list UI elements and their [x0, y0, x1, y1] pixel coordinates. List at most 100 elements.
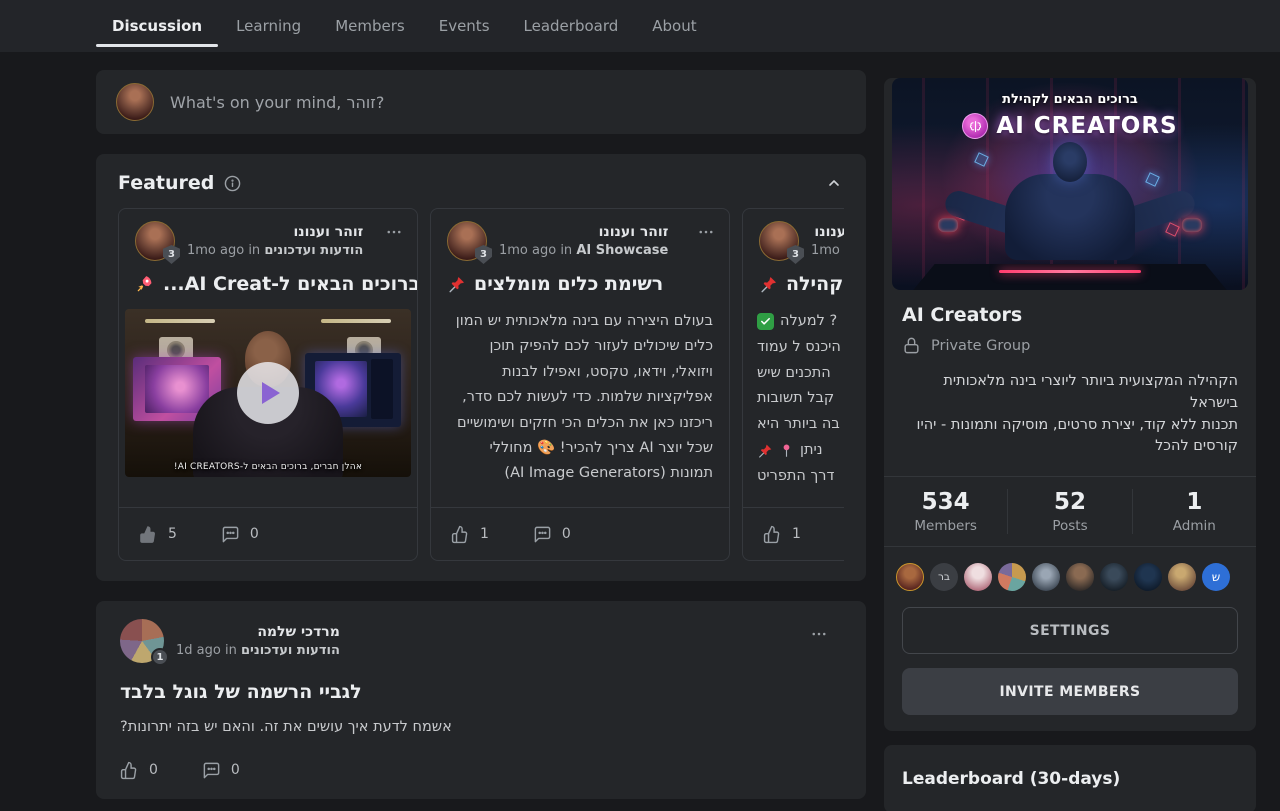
level-badge: 1 [151, 648, 169, 666]
stat-admins[interactable]: 1 Admin [1132, 489, 1256, 534]
post-time: 1mo ago in [811, 243, 844, 258]
check-icon [757, 313, 774, 330]
banner-welcome-text: ברוכים הבאים לקהילת [892, 92, 1248, 107]
group-description-line: תכנות ללא קוד, יצירת סרטים, מוסיקה ותמונ… [902, 415, 1238, 459]
more-options-icon[interactable] [383, 221, 405, 243]
more-options-icon[interactable] [808, 623, 830, 645]
author-name[interactable]: זוהר וענונו [811, 224, 844, 240]
settings-button[interactable]: SETTINGS [902, 607, 1238, 654]
info-icon[interactable] [222, 173, 243, 194]
thumbs-up-icon [451, 525, 470, 544]
group-stats: 534 Members 52 Posts 1 Admin [884, 476, 1256, 547]
video-thumbnail[interactable]: אהלן חברים, ברוכים הבאים ל-AI CREATORS! [125, 309, 411, 477]
round-pin-icon [779, 443, 794, 458]
like-count: 1 [480, 526, 489, 542]
pushpin-icon [447, 275, 466, 294]
composer-placeholder: What's on your mind, זוהר? [170, 93, 384, 112]
featured-cards-row: 3 זוהר וענונו 1mo ago in הודעות ועדכונים… [118, 208, 844, 561]
stat-members[interactable]: 534 Members [884, 489, 1007, 534]
member-avatar[interactable] [1168, 563, 1196, 591]
post-body: אשמח לדעת איך עושים את זה. והאם יש בזה י… [120, 719, 842, 735]
group-tab-bar: Discussion Learning Members Events Leade… [0, 0, 1280, 52]
tab-members[interactable]: Members [335, 0, 405, 52]
level-badge: 3 [163, 245, 180, 264]
current-user-avatar [116, 83, 154, 121]
like-count: 0 [149, 762, 158, 778]
studio-light [321, 319, 391, 323]
member-avatars-row: בר ש [884, 547, 1256, 591]
post-time: 1d ago in [176, 643, 237, 658]
post-title[interactable]: לגביי הרשמה של גוגל בלבד [120, 681, 842, 703]
member-avatar[interactable] [1134, 563, 1162, 591]
feed-post-card[interactable]: 1 מרדכי שלמה 1d ago in הודעות ועדכונים ל… [96, 601, 866, 799]
post-composer[interactable]: What's on your mind, זוהר? [96, 70, 866, 134]
member-avatar[interactable] [1032, 563, 1060, 591]
comment-icon [533, 525, 552, 544]
comment-count: 0 [250, 526, 259, 542]
like-button[interactable]: 1 [763, 525, 801, 544]
comment-count: 0 [562, 526, 571, 542]
stat-posts[interactable]: 52 Posts [1007, 489, 1131, 534]
group-info-card: ברוכים הבאים לקהילת AI CREATORS AI Creat… [884, 78, 1256, 731]
brain-logo-icon [962, 113, 988, 139]
like-button[interactable]: 5 [139, 525, 177, 544]
studio-light [145, 319, 215, 323]
featured-post-title[interactable]: קהילה [786, 273, 843, 295]
featured-section: Featured 3 זוהר וענונו 1mo ago in הוד [96, 154, 866, 581]
post-category[interactable]: הודעות ועדכונים [264, 243, 363, 258]
banner-figure [960, 142, 1180, 272]
featured-post-body: למעלה ? היכנס ל עמוד התכנים שיש קבל תשוב… [743, 309, 844, 490]
tab-discussion[interactable]: Discussion [112, 0, 202, 52]
featured-post-title[interactable]: רשימת כלים מומלצים [474, 273, 663, 295]
thumbs-up-icon [120, 761, 139, 780]
video-caption: אהלן חברים, ברוכים הבאים ל-AI CREATORS! [125, 462, 411, 472]
post-category[interactable]: AI Showcase [576, 243, 668, 258]
member-avatar[interactable]: ש [1202, 563, 1230, 591]
featured-post-card[interactable]: 3 זוהר וענונו 1mo ago in קהילה [742, 208, 844, 561]
pushpin-icon [759, 275, 778, 294]
like-count: 1 [792, 526, 801, 542]
collapse-chevron-up-icon[interactable] [824, 173, 844, 193]
featured-post-card[interactable]: 3 זוהר וענונו 1mo ago in AI Showcase רשי… [430, 208, 730, 561]
member-avatar[interactable] [1100, 563, 1128, 591]
more-options-icon[interactable] [695, 221, 717, 243]
author-name[interactable]: זוהר וענונו [499, 224, 668, 240]
member-avatar[interactable] [896, 563, 924, 591]
tab-leaderboard[interactable]: Leaderboard [524, 0, 619, 52]
group-description-line: הקהילה המקצועית ביותר ליוצרי בינה מלאכות… [902, 371, 1238, 415]
invite-members-button[interactable]: INVITE MEMBERS [902, 668, 1238, 715]
featured-post-card[interactable]: 3 זוהר וענונו 1mo ago in הודעות ועדכונים… [118, 208, 418, 561]
author-name[interactable]: מרדכי שלמה [176, 624, 340, 640]
group-privacy: Private Group [931, 338, 1030, 354]
author-name[interactable]: זוהר וענונו [187, 224, 363, 240]
member-avatar[interactable] [1066, 563, 1094, 591]
comment-button[interactable]: 0 [202, 761, 240, 780]
play-button[interactable] [237, 362, 299, 424]
like-count: 5 [168, 526, 177, 542]
comment-count: 0 [231, 762, 240, 778]
featured-post-body: בעולם היצירה עם בינה מלאכותית יש המון כל… [431, 309, 729, 487]
comment-button[interactable]: 0 [533, 525, 571, 544]
tab-events[interactable]: Events [439, 0, 490, 52]
level-badge: 3 [787, 245, 804, 264]
post-time: 1mo ago in [499, 243, 572, 258]
thumbs-up-icon [763, 525, 782, 544]
comment-icon [202, 761, 221, 780]
like-button[interactable]: 1 [451, 525, 489, 544]
tab-about[interactable]: About [652, 0, 696, 52]
comment-icon [221, 525, 240, 544]
leaderboard-card: Leaderboard (30-days) [884, 745, 1256, 811]
banner-group-name: AI CREATORS [996, 113, 1177, 139]
featured-title: Featured [118, 172, 214, 194]
pushpin-icon [757, 443, 773, 459]
member-avatar[interactable] [964, 563, 992, 591]
thumbs-up-filled-icon [139, 525, 158, 544]
member-avatar[interactable]: בר [930, 563, 958, 591]
featured-post-title[interactable]: ברוכים הבאים ל-AI Creat... [163, 273, 417, 295]
comment-button[interactable]: 0 [221, 525, 259, 544]
group-name: AI Creators [902, 304, 1238, 326]
member-avatar[interactable] [998, 563, 1026, 591]
post-category[interactable]: הודעות ועדכונים [241, 643, 340, 658]
like-button[interactable]: 0 [120, 761, 158, 780]
tab-learning[interactable]: Learning [236, 0, 301, 52]
